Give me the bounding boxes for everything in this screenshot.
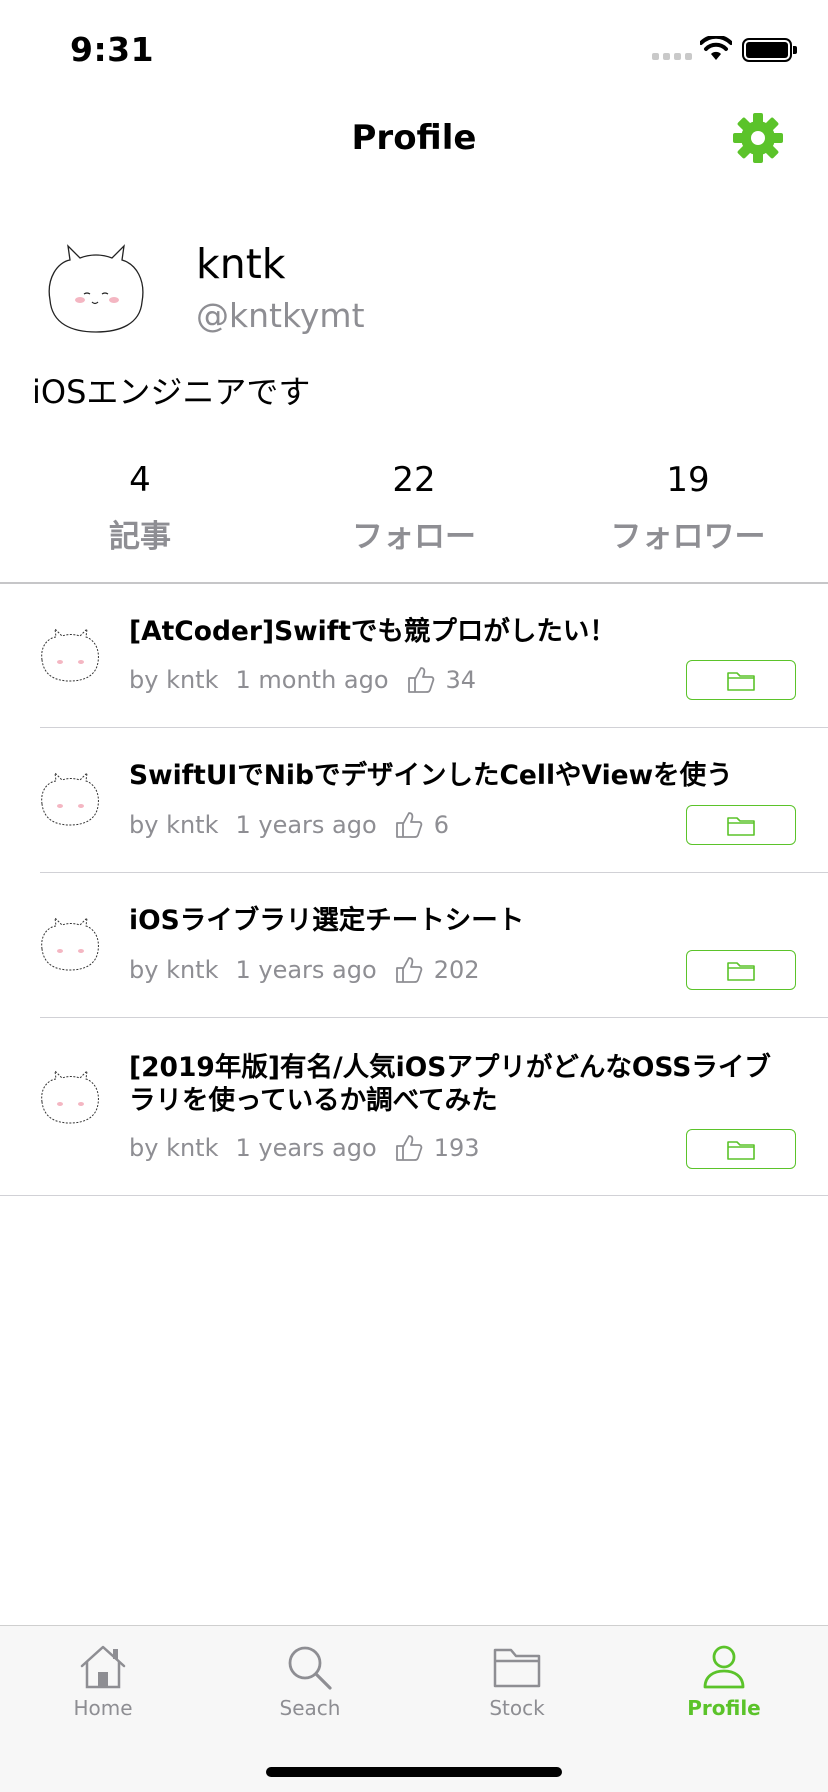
magnifier-icon <box>288 1646 332 1690</box>
list-bottom-divider <box>0 1195 828 1196</box>
cellular-signal-icon <box>652 53 692 60</box>
article-author: by kntk <box>129 666 219 694</box>
article-title: SwiftUIでNibでデザインしたCellやViewを使う <box>129 760 733 791</box>
tab-home[interactable]: Home <box>43 1644 163 1720</box>
article-time: 1 years ago <box>235 811 377 839</box>
stat-label: フォロワー <box>610 519 766 555</box>
article-likes: 34 <box>445 666 477 694</box>
folder-icon <box>727 817 755 836</box>
article-author: by kntk <box>129 956 219 984</box>
article-author: by kntk <box>129 811 219 839</box>
tab-label: Home <box>73 1696 133 1720</box>
status-time: 9:31 <box>70 30 155 69</box>
stock-button[interactable] <box>686 950 796 990</box>
article-time: 1 month ago <box>235 666 389 694</box>
stat-following[interactable]: 22 フォロー <box>276 455 552 556</box>
list-item[interactable]: SwiftUIでNibでデザインしたCellやViewを使う by kntk 1… <box>0 728 828 872</box>
article-title: iOSライブラリ選定チートシート <box>129 905 525 936</box>
wifi-icon <box>700 36 732 60</box>
stat-followers[interactable]: 19 フォロワー <box>550 455 826 556</box>
article-meta: by kntk 1 years ago 193 <box>129 1130 480 1166</box>
stat-label: 記事 <box>109 519 171 555</box>
tab-stock[interactable]: Stock <box>457 1644 577 1720</box>
folder-icon <box>493 1648 541 1688</box>
article-time: 1 years ago <box>235 1134 377 1162</box>
list-item[interactable]: iOSライブラリ選定チートシート by kntk 1 years ago 202 <box>0 873 828 1017</box>
thumbs-up-icon <box>395 957 422 983</box>
battery-icon <box>742 38 797 62</box>
user-handle: @kntkymt <box>196 296 365 335</box>
tab-label: Stock <box>489 1696 545 1720</box>
author-avatar <box>41 771 99 826</box>
stat-count: 4 <box>129 460 151 500</box>
article-title: [AtCoder]Swiftでも競プロがしたい！ <box>129 616 616 647</box>
avatar <box>48 244 144 333</box>
stock-button[interactable] <box>686 660 796 700</box>
article-meta: by kntk 1 years ago 202 <box>129 952 480 988</box>
stock-button[interactable] <box>686 805 796 845</box>
stat-label: フォロー <box>352 519 476 555</box>
tab-search[interactable]: Seach <box>250 1644 370 1720</box>
author-avatar <box>41 916 99 971</box>
author-avatar <box>41 627 99 682</box>
article-likes: 202 <box>433 956 480 984</box>
tab-label: Profile <box>687 1696 761 1720</box>
stat-articles[interactable]: 4 記事 <box>2 455 278 556</box>
house-icon <box>80 1645 126 1689</box>
folder-icon <box>727 962 755 981</box>
article-meta: by kntk 1 years ago 6 <box>129 807 449 843</box>
page-title: Profile <box>351 118 477 158</box>
tab-label: Seach <box>279 1696 341 1720</box>
list-item[interactable]: [AtCoder]Swiftでも競プロがしたい！ by kntk 1 month… <box>0 584 828 727</box>
home-indicator <box>266 1767 562 1777</box>
article-title: [2019年版]有名/人気iOSアプリがどんなOSSライブラリを使っているか調べ… <box>129 1052 771 1116</box>
article-time: 1 years ago <box>235 956 377 984</box>
article-likes: 193 <box>433 1134 480 1162</box>
article-likes: 6 <box>433 811 449 839</box>
folder-icon <box>727 672 755 691</box>
stat-count: 22 <box>392 460 436 500</box>
thumbs-up-icon <box>407 667 434 693</box>
article-meta: by kntk 1 month ago 34 <box>129 662 476 698</box>
article-author: by kntk <box>129 1134 219 1162</box>
person-icon <box>703 1645 745 1689</box>
author-avatar <box>41 1069 99 1124</box>
user-bio: iOSエンジニアです <box>32 373 311 411</box>
folder-icon <box>727 1141 755 1160</box>
stock-button[interactable] <box>686 1129 796 1169</box>
stat-count: 19 <box>666 460 710 500</box>
list-item[interactable]: [2019年版]有名/人気iOSアプリがどんなOSSライブラリを使っているか調べ… <box>0 1018 828 1195</box>
thumbs-up-icon <box>395 812 422 838</box>
user-name: kntk <box>196 240 286 288</box>
tab-profile[interactable]: Profile <box>664 1644 784 1720</box>
thumbs-up-icon <box>395 1135 422 1161</box>
profile-stats: 4 記事 22 フォロー 19 フォロワー <box>0 455 828 565</box>
gear-icon[interactable] <box>732 112 784 164</box>
